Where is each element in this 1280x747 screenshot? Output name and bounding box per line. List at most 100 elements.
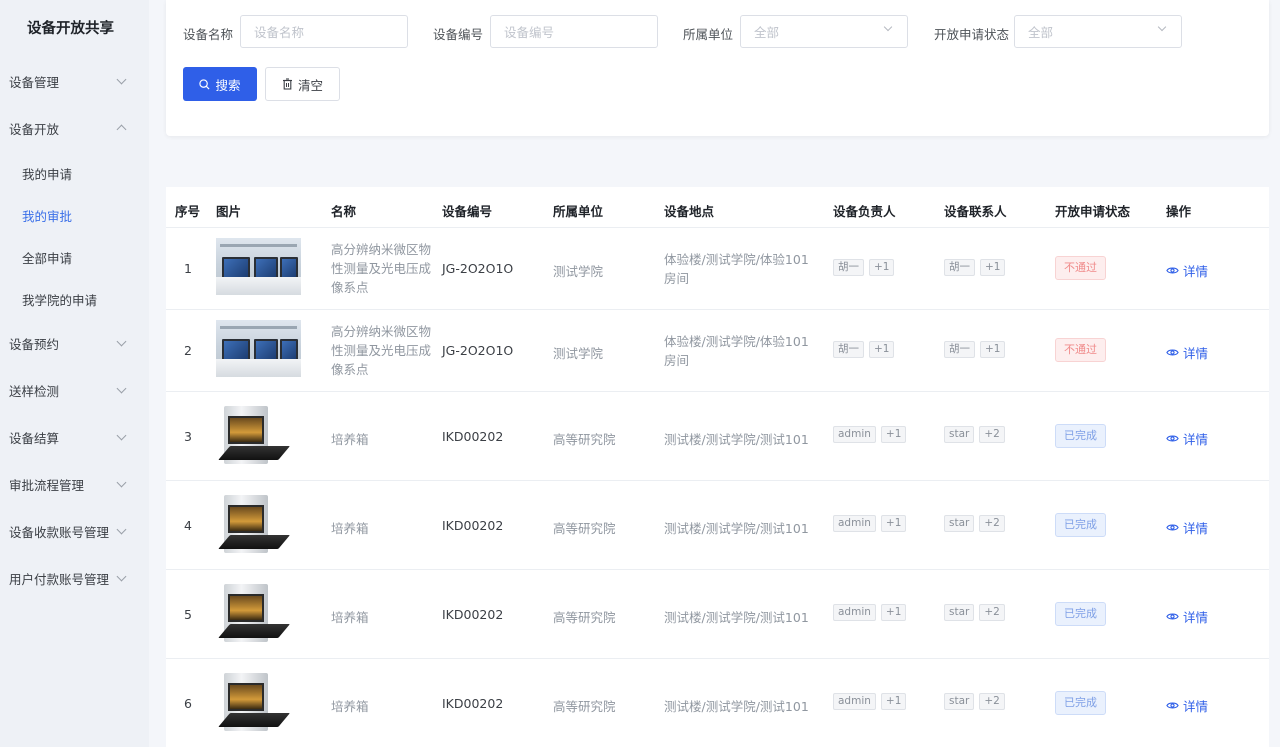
device-location: 测试楼/测试学院/测试101 bbox=[664, 699, 809, 714]
owner-tags: 胡一 +1 bbox=[833, 340, 899, 358]
owner-tags: 胡一 +1 bbox=[833, 258, 899, 276]
device-unit: 测试学院 bbox=[553, 264, 604, 279]
detail-link-label: 详情 bbox=[1183, 699, 1209, 714]
contact-more-tag[interactable]: +2 bbox=[979, 426, 1005, 443]
device-image bbox=[216, 491, 301, 557]
row-index: 2 bbox=[184, 343, 192, 358]
sidebar-item-device-management[interactable]: 设备管理 bbox=[9, 71, 131, 91]
owner-more-tag[interactable]: +1 bbox=[880, 426, 907, 443]
owner-tags: admin +1 bbox=[833, 603, 911, 621]
detail-link[interactable]: 详情 bbox=[1166, 518, 1208, 537]
contact-more-tag[interactable]: +1 bbox=[980, 341, 1006, 358]
column-header-code: 设备编号 bbox=[442, 204, 493, 219]
sidebar-subitem-my-applications[interactable]: 我的申请 bbox=[22, 164, 72, 183]
sidebar-item-sample-testing[interactable]: 送样检测 bbox=[9, 380, 131, 400]
contact-more-tag[interactable]: +2 bbox=[979, 604, 1005, 621]
chevron-up-icon bbox=[116, 124, 127, 135]
chevron-down-icon bbox=[116, 74, 127, 84]
sidebar-subitem-my-approvals[interactable]: 我的审批 bbox=[22, 206, 72, 225]
chevron-down-icon bbox=[883, 22, 893, 32]
column-header-name: 名称 bbox=[331, 204, 357, 219]
owner-more-tag[interactable]: +1 bbox=[880, 515, 907, 532]
device-name: 培养箱 bbox=[331, 699, 369, 714]
search-icon bbox=[199, 78, 210, 90]
row-index: 4 bbox=[184, 518, 192, 533]
search-button-label: 搜索 bbox=[215, 77, 241, 93]
row-index: 6 bbox=[184, 696, 192, 711]
sidebar-item-label: 用户付款账号管理 bbox=[9, 571, 110, 587]
sidebar-item-device-booking[interactable]: 设备预约 bbox=[9, 333, 131, 353]
sidebar-subitem-all-applications[interactable]: 全部申请 bbox=[22, 248, 72, 267]
sidebar-item-approval-flow[interactable]: 审批流程管理 bbox=[9, 474, 131, 494]
chevron-down-icon bbox=[116, 524, 127, 534]
detail-link[interactable]: 详情 bbox=[1166, 261, 1208, 280]
contact-tag: 胡一 bbox=[944, 259, 975, 276]
device-name: 培养箱 bbox=[331, 610, 369, 625]
column-header-image: 图片 bbox=[216, 204, 242, 219]
device-location: 体验楼/测试学院/体验101房间 bbox=[664, 252, 809, 286]
sidebar-item-receiving-accounts[interactable]: 设备收款账号管理 bbox=[9, 521, 131, 541]
contact-tag: star bbox=[944, 426, 975, 443]
device-code: IKD00202 bbox=[442, 429, 504, 444]
detail-link[interactable]: 详情 bbox=[1166, 696, 1208, 715]
contact-more-tag[interactable]: +1 bbox=[980, 259, 1006, 276]
device-image bbox=[216, 320, 301, 377]
owner-tag: admin bbox=[833, 426, 876, 443]
app-title: 设备开放共享 bbox=[27, 21, 114, 37]
sidebar-item-device-open[interactable]: 设备开放 bbox=[9, 118, 131, 138]
device-code-input[interactable]: 设备编号 bbox=[490, 15, 658, 48]
row-index: 5 bbox=[184, 607, 192, 622]
contact-more-tag[interactable]: +2 bbox=[979, 693, 1005, 710]
eye-icon bbox=[1166, 349, 1179, 356]
status-select[interactable]: 全部 bbox=[1014, 15, 1182, 48]
table-row: 5 培养箱 IKD00202 高等研究院 测试楼/测试学院/测试101 admi… bbox=[166, 569, 1269, 658]
device-image bbox=[216, 580, 301, 646]
device-code: IKD00202 bbox=[442, 518, 504, 533]
sidebar-item-label: 设备收款账号管理 bbox=[9, 524, 110, 540]
detail-link-label: 详情 bbox=[1183, 521, 1209, 536]
sidebar-subitem-college-applications[interactable]: 我学院的申请 bbox=[22, 290, 97, 309]
search-button[interactable]: 搜索 bbox=[183, 67, 257, 101]
chevron-down-icon bbox=[116, 336, 127, 346]
device-image bbox=[216, 238, 301, 295]
chevron-down-icon bbox=[116, 571, 127, 581]
detail-link-label: 详情 bbox=[1183, 264, 1209, 279]
column-header-location: 设备地点 bbox=[664, 204, 715, 219]
owner-more-tag[interactable]: +1 bbox=[880, 693, 907, 710]
eye-icon bbox=[1166, 435, 1179, 442]
detail-link[interactable]: 详情 bbox=[1166, 343, 1208, 362]
device-code: JG-2O2O1O bbox=[442, 343, 514, 358]
sidebar-item-device-settlement[interactable]: 设备结算 bbox=[9, 427, 131, 447]
sidebar-item-label: 审批流程管理 bbox=[9, 477, 85, 493]
owner-more-tag[interactable]: +1 bbox=[869, 341, 895, 358]
device-code: IKD00202 bbox=[442, 607, 504, 622]
eye-icon bbox=[1166, 524, 1179, 531]
status-badge: 已完成 bbox=[1055, 513, 1106, 537]
owner-tag: admin bbox=[833, 604, 876, 621]
device-location: 测试楼/测试学院/测试101 bbox=[664, 521, 809, 536]
owner-more-tag[interactable]: +1 bbox=[869, 259, 895, 276]
contact-tags: star +2 bbox=[944, 692, 1010, 710]
device-name-label: 设备名称 bbox=[183, 27, 234, 42]
unit-label: 所属单位 bbox=[683, 27, 734, 42]
detail-link[interactable]: 详情 bbox=[1166, 607, 1208, 626]
status-badge: 已完成 bbox=[1055, 424, 1106, 448]
sidebar-item-label: 设备管理 bbox=[9, 74, 60, 90]
device-name-input[interactable]: 设备名称 bbox=[240, 15, 408, 48]
unit-select[interactable]: 全部 bbox=[740, 15, 908, 48]
column-header-contact: 设备联系人 bbox=[944, 204, 1007, 219]
owner-more-tag[interactable]: +1 bbox=[880, 604, 907, 621]
contact-more-tag[interactable]: +2 bbox=[979, 515, 1005, 532]
detail-link-label: 详情 bbox=[1183, 610, 1209, 625]
sidebar-item-label: 设备结算 bbox=[9, 430, 60, 446]
device-name: 培养箱 bbox=[331, 432, 369, 447]
status-select-value: 全部 bbox=[1028, 25, 1054, 40]
table-row: 2 高分辨纳米微区物性测量及光电压成像系点 JG-2O2O1O 测试学院 体验楼… bbox=[166, 309, 1269, 391]
device-name: 高分辨纳米微区物性测量及光电压成像系点 bbox=[331, 324, 432, 377]
sidebar-item-payment-accounts[interactable]: 用户付款账号管理 bbox=[9, 568, 131, 588]
detail-link[interactable]: 详情 bbox=[1166, 429, 1208, 448]
clear-button[interactable]: 清空 bbox=[265, 67, 340, 101]
device-location: 测试楼/测试学院/测试101 bbox=[664, 610, 809, 625]
column-header-action: 操作 bbox=[1166, 204, 1192, 219]
device-name-placeholder: 设备名称 bbox=[254, 25, 305, 40]
